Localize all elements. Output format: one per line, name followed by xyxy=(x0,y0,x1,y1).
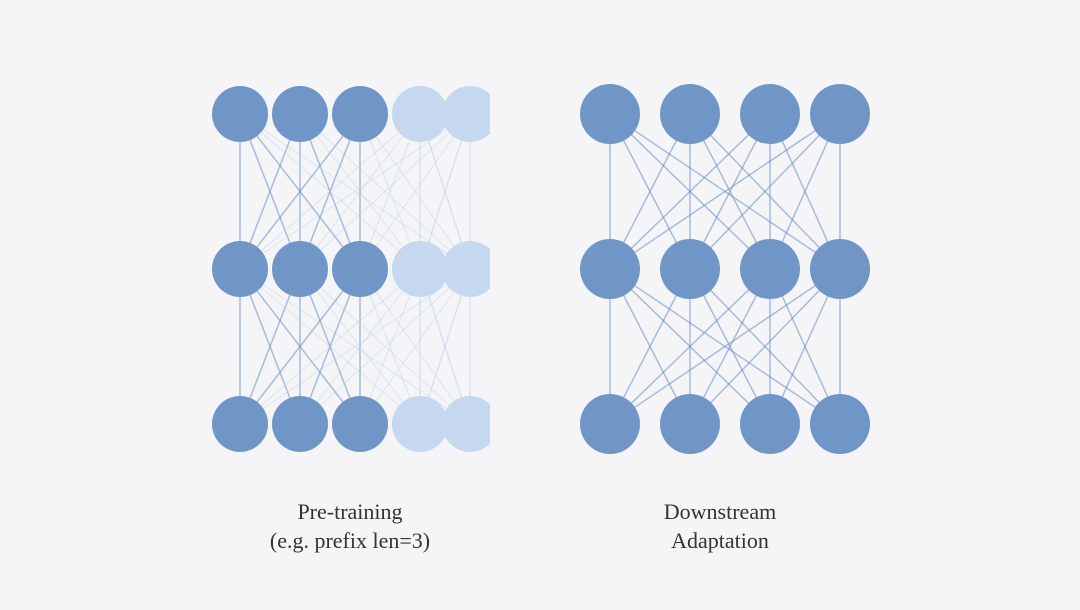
main-container: Pre-training (e.g. prefix len=3) xyxy=(190,34,890,575)
right-caption: Downstream Adaptation xyxy=(664,498,776,555)
left-diagram: Pre-training (e.g. prefix len=3) xyxy=(210,54,490,555)
right-network xyxy=(570,54,870,484)
left-network xyxy=(210,54,490,484)
right-diagram: Downstream Adaptation xyxy=(570,54,870,555)
left-caption: Pre-training (e.g. prefix len=3) xyxy=(270,498,430,555)
